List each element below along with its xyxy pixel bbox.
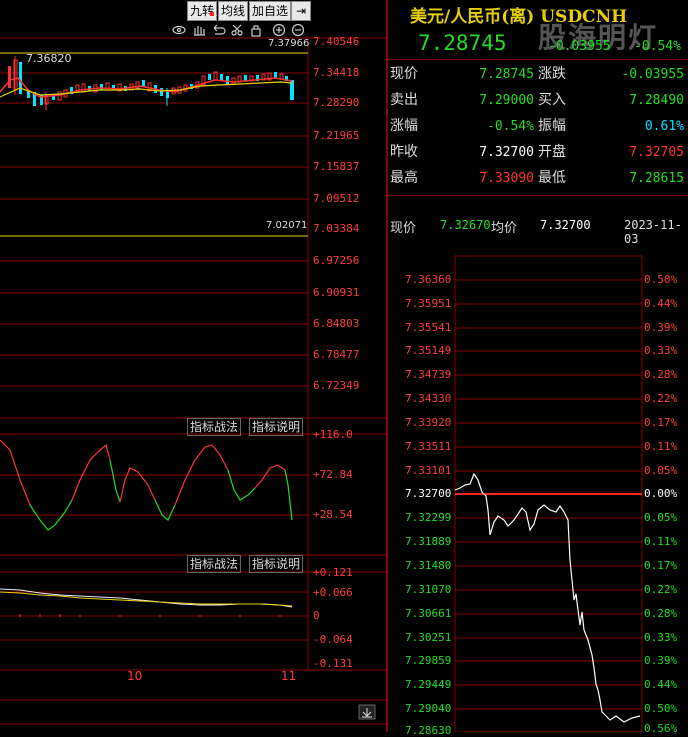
intraday-price-label: 7.35951: [405, 297, 452, 310]
top-price-marker: 7.36820: [26, 52, 72, 65]
indicator2-explain-button[interactable]: 指标说明: [249, 555, 304, 573]
intraday-pct-label: 0.22%: [644, 392, 678, 405]
intraday-price-label: 7.34330: [405, 392, 452, 405]
price-axis-label: 6.72349: [313, 379, 360, 392]
intraday-price-label: 7.34739: [405, 368, 452, 381]
intraday-pct-label: 0.50%: [644, 702, 678, 715]
intraday-pct-label: 0.05%: [644, 464, 678, 477]
indicator2-axis-label: +0.121: [313, 566, 353, 579]
ma-line-red: [0, 77, 293, 98]
intraday-price-label: 7.35149: [405, 344, 452, 357]
indicator2-axis-label: -0.131: [313, 657, 353, 670]
intraday-pct-label: 0.17%: [644, 559, 678, 572]
intraday-pct-label: 0.44%: [644, 678, 678, 691]
intraday-pct-label: 0.00%: [644, 487, 678, 500]
intraday-pct-label: 0.50%: [644, 273, 678, 286]
intraday-price-label: 7.31889: [405, 535, 452, 548]
intraday-price-label: 7.29859: [405, 654, 452, 667]
intraday-pct-label: 0.39%: [644, 654, 678, 667]
price-axis-label: 7.40546: [313, 35, 360, 48]
indicator1-red-line-2: [71, 443, 111, 501]
intraday-price-label: 7.29040: [405, 702, 452, 715]
intraday-price-label: 7.33101: [405, 464, 452, 477]
indicator1-axis-label: +72.84: [313, 468, 353, 481]
indicator1-red-line-5: [254, 464, 286, 489]
intraday-chart: [454, 255, 643, 732]
date-axis-label: 11: [281, 669, 297, 683]
date-axis-label: 10: [127, 669, 143, 683]
indicator1-green-line-3: [154, 499, 176, 521]
intraday-pct-label: 0.44%: [644, 297, 678, 310]
intraday-price-label: 7.35541: [405, 321, 452, 334]
low-price-marker: 7.02071: [266, 220, 308, 231]
intraday-pct-label: 0.11%: [644, 440, 678, 453]
indicator2-strategy-button[interactable]: 指标战法: [187, 555, 242, 573]
price-axis-label: 7.09512: [313, 192, 360, 205]
price-axis-label: 7.21965: [313, 129, 360, 142]
price-axis-label: 6.78477: [313, 348, 360, 361]
intraday-price-label: 7.36360: [405, 273, 452, 286]
intraday-price-label: 7.30661: [405, 607, 452, 620]
price-axis-label: 6.97256: [313, 254, 360, 267]
intraday-price-label: 7.29449: [405, 678, 452, 691]
price-axis-label: 7.34418: [313, 66, 360, 79]
indicator1-green-line-5: [284, 469, 293, 521]
ma-line-yellow: [0, 81, 293, 98]
indicator1-explain-button[interactable]: 指标说明: [249, 418, 304, 436]
intraday-pct-label: 0.39%: [644, 321, 678, 334]
intraday-pct-label: 0.33%: [644, 631, 678, 644]
price-axis-label: 7.03384: [313, 222, 360, 235]
indicator1-green-line-2: [109, 459, 121, 503]
intraday-price-label: 7.33920: [405, 416, 452, 429]
intraday-price-label: 7.31070: [405, 583, 452, 596]
intraday-price-label: 7.28630: [405, 724, 452, 737]
indicator2-axis-label: -0.064: [313, 633, 353, 646]
price-axis-label: 7.15837: [313, 160, 360, 173]
intraday-pct-label: 0.33%: [644, 344, 678, 357]
intraday-pct-label: 0.56%: [644, 722, 678, 735]
indicator1-axis-label: +116.0: [313, 428, 353, 441]
intraday-price-label: 7.33511: [405, 440, 452, 453]
kline-chart: [0, 37, 386, 725]
intraday-pct-label: 0.05%: [644, 511, 678, 524]
quote-panel: 美元/人民币(离) USDCNH 股海明灯 7.28745 -0.03955 -…: [388, 0, 688, 737]
kline-panel[interactable]: 九转 均线 加自选 ⇥ 7.36820 7.37966 7.02071 7.40…: [0, 0, 386, 732]
intraday-pct-label: 0.11%: [644, 535, 678, 548]
intraday-price-label: 7.31480: [405, 559, 452, 572]
indicator1-axis-label: +28.54: [313, 508, 353, 521]
intraday-pct-label: 0.17%: [644, 416, 678, 429]
intraday-pct-label: 0.28%: [644, 368, 678, 381]
intraday-price-label: 7.32700: [405, 487, 452, 500]
indicator1-red-line: [0, 439, 31, 506]
intraday-pct-label: 0.22%: [644, 583, 678, 596]
intraday-price-label: 7.30251: [405, 631, 452, 644]
indicator1-red-line-3: [119, 467, 156, 503]
high-price-marker: 7.37966: [268, 38, 310, 49]
indicator2-axis-label: +0.066: [313, 586, 353, 599]
indicator2-axis-label: 0: [313, 609, 320, 622]
price-axis-label: 6.84803: [313, 317, 360, 330]
indicator1-strategy-button[interactable]: 指标战法: [187, 418, 242, 436]
intraday-price-label: 7.32299: [405, 511, 452, 524]
price-axis-label: 6.90931: [313, 286, 360, 299]
indicator2-yellow-line: [0, 591, 293, 607]
intraday-pct-label: 0.28%: [644, 607, 678, 620]
price-axis-label: 7.28290: [313, 96, 360, 109]
